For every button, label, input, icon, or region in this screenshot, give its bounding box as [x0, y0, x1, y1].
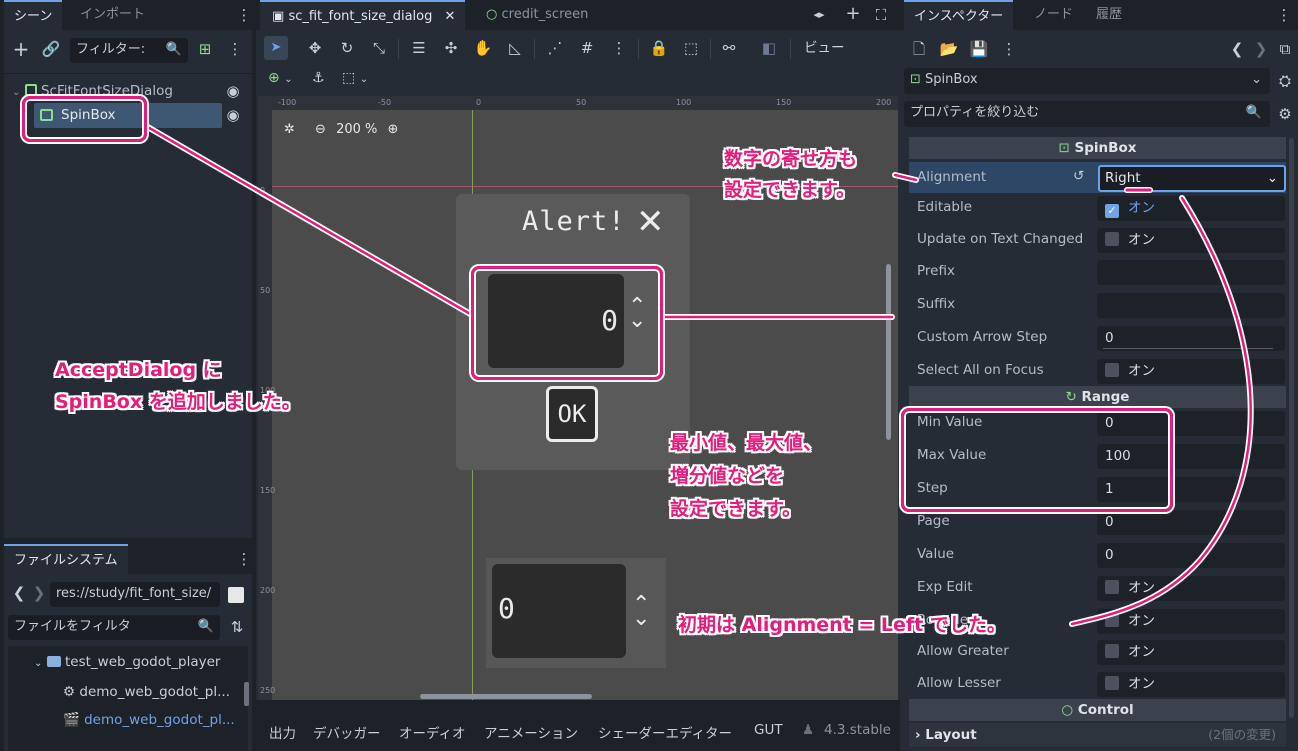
annotation-line-spinbox-stroke: [144, 124, 474, 317]
annotation-added-spinbox: AcceptDialog に SpinBox を追加しました。: [55, 359, 301, 413]
highlight-tree-spinbox: [22, 96, 147, 142]
highlight-canvas-spinbox: [471, 266, 663, 380]
annotation-initial-left: 初期は Alignment = Left でした。: [678, 614, 1006, 636]
highlight-range-props: [901, 408, 1173, 512]
annotation-range: 最小値、最大値、 増分値などを 設定できます。: [670, 432, 823, 520]
annotation-alignment: 数字の寄せ方も 設定できます。: [724, 148, 858, 201]
